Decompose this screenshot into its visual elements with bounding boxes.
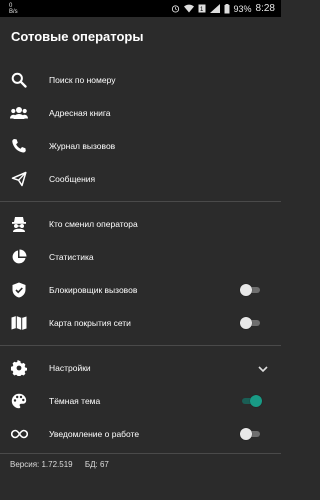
battery-icon [224, 3, 230, 13]
menu-item-label: Уведомление о работе [49, 428, 140, 439]
menu-item-statistics[interactable]: Статистика [0, 240, 281, 273]
menu-item-label: Адресная книга [49, 107, 111, 118]
menu-item-settings[interactable]: Настройки [0, 351, 281, 384]
app-bar: Сотовые операторы [0, 17, 281, 55]
signal-icon [209, 4, 220, 13]
sim-icon: 1 [198, 4, 206, 13]
menu-item-label: Сообщения [49, 173, 96, 184]
call-blocker-toggle[interactable] [240, 283, 262, 296]
menu-item-messages[interactable]: Сообщения [0, 162, 281, 195]
wifi-icon [183, 4, 194, 13]
app-title: Сотовые операторы [11, 28, 144, 44]
menu-item-label: Поиск по номеру [49, 74, 116, 85]
battery-level: 93% [233, 3, 252, 14]
infinity-icon [10, 425, 28, 443]
clock: 8:28 [255, 3, 275, 14]
incognito-icon [10, 215, 28, 233]
app-version: Версия: 1.72.519 [10, 460, 73, 469]
menu-item-label: Блокировщик вызовов [49, 284, 138, 295]
menu-item-label: Статистика [49, 251, 94, 262]
coverage-map-toggle[interactable] [240, 316, 262, 329]
contacts-icon [10, 104, 28, 122]
gear-icon [10, 359, 28, 377]
menu-item-label: Кто сменил оператора [49, 218, 138, 229]
divider [0, 453, 281, 454]
menu-item-label: Настройки [49, 362, 91, 373]
db-version: БД: 67 [84, 460, 109, 469]
dark-theme-toggle[interactable] [240, 394, 262, 407]
alarm-icon [171, 5, 179, 13]
palette-icon [10, 392, 28, 410]
pie-chart-icon [10, 248, 28, 266]
version-info: Версия: 1.72.519 БД: 67 [10, 460, 109, 469]
menu-item-label: Карта покрытия сети [49, 317, 131, 328]
navigation-menu: Поиск по номеру Адресная книга Журнал вы… [0, 63, 281, 454]
menu-item-who-changed[interactable]: Кто сменил оператора [0, 207, 281, 240]
menu-item-search[interactable]: Поиск по номеру [0, 63, 281, 96]
menu-item-label: Журнал вызовов [49, 140, 116, 151]
menu-item-call-log[interactable]: Журнал вызовов [0, 129, 281, 162]
menu-item-work-notification[interactable]: Уведомление о работе [0, 417, 281, 450]
menu-item-dark-theme[interactable]: Тёмная тема [0, 384, 281, 417]
network-speed: 0 B/s [9, 2, 18, 15]
shield-check-icon [10, 281, 28, 299]
status-bar: 0 B/s 1 93% 8:28 [0, 0, 281, 17]
search-icon [10, 71, 28, 89]
menu-item-label: Тёмная тема [49, 395, 101, 406]
menu-item-address-book[interactable]: Адресная книга [0, 96, 281, 129]
send-icon [10, 170, 28, 188]
chevron-down-icon[interactable] [257, 362, 269, 374]
phone-icon [10, 137, 28, 155]
menu-item-coverage-map[interactable]: Карта покрытия сети [0, 306, 281, 339]
work-notification-toggle[interactable] [240, 427, 262, 440]
menu-item-call-blocker[interactable]: Блокировщик вызовов [0, 273, 281, 306]
map-icon [10, 314, 28, 332]
